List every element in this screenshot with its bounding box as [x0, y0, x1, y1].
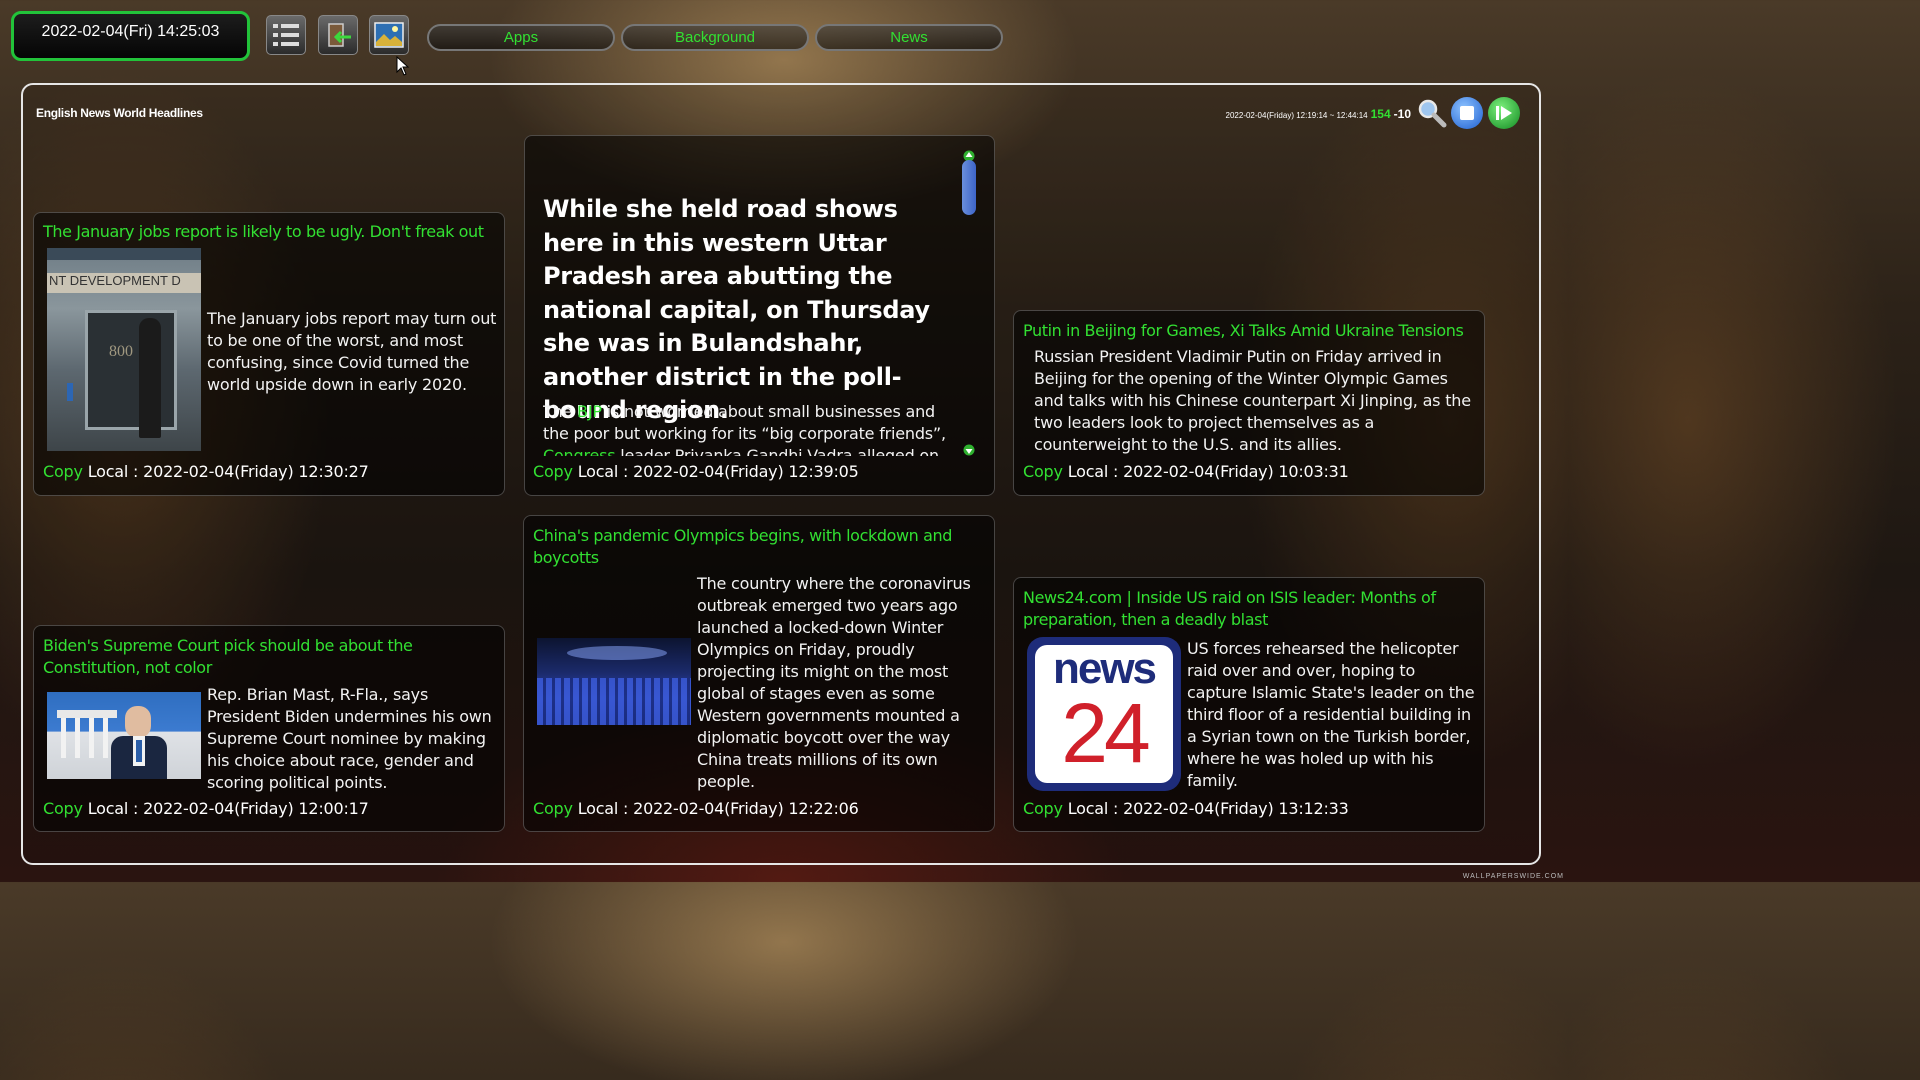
headline-isis-raid[interactable]: News24.com | Inside US raid on ISIS lead… [1023, 587, 1473, 631]
headline-count: 154 [1370, 107, 1391, 121]
copy-button[interactable]: Copy [1023, 799, 1063, 818]
copy-button[interactable]: Copy [533, 799, 573, 818]
para-text: is not worried about small businesses an… [543, 402, 946, 443]
copy-button[interactable]: Copy [1023, 462, 1063, 481]
status-range: 2022-02-04(Friday) 12:19:14 ~ 12:44:14 [1225, 111, 1368, 120]
summary-biden: Rep. Brian Mast, R-Fla., says President … [207, 685, 492, 792]
list-button[interactable] [266, 15, 306, 55]
footer-priyanka: Copy Local : 2022-02-04(Friday) 12:39:05 [533, 462, 859, 481]
footer-olympics: Copy Local : 2022-02-04(Friday) 12:22:06 [533, 799, 859, 818]
local-time: Local : 2022-02-04(Friday) 12:30:27 [87, 462, 369, 481]
featured-paragraph: The BJP is not worried about small busin… [543, 401, 963, 456]
scrollbar[interactable] [962, 150, 976, 458]
news24-logo[interactable]: news 24 [1027, 637, 1181, 791]
local-time: Local : 2022-02-04(Friday) 13:12:33 [1067, 799, 1349, 818]
play-button[interactable] [1488, 97, 1520, 129]
search-icon [1418, 99, 1447, 128]
copy-button[interactable]: Copy [43, 462, 83, 481]
headline-biden[interactable]: Biden's Supreme Court pick should be abo… [43, 635, 483, 679]
tab-news[interactable]: News [815, 24, 1003, 51]
thumbnail-jobs-report[interactable]: NT DEVELOPMENT D 800 [47, 248, 201, 451]
summary-jobs-report: The January jobs report may turn out to … [207, 309, 497, 394]
para-text: leader Priyanka Gandhi Vadra alleged on [615, 446, 939, 456]
thumbnail-olympics[interactable] [537, 638, 691, 725]
picture-icon [374, 22, 404, 48]
summary-isis-raid: US forces rehearsed the helicopter raid … [1187, 639, 1475, 790]
thumbnail-biden[interactable] [47, 692, 201, 779]
congress-link[interactable]: Congress [543, 446, 616, 456]
footer-jobs-report: Copy Local : 2022-02-04(Friday) 12:30:27 [43, 462, 369, 481]
stop-button[interactable] [1451, 97, 1483, 129]
search-button[interactable] [1415, 97, 1447, 129]
featured-text: While she held road shows here in this w… [543, 195, 930, 424]
thumb-number: 800 [109, 343, 133, 360]
footer-biden: Copy Local : 2022-02-04(Friday) 12:00:17 [43, 799, 369, 818]
footer-isis-raid: Copy Local : 2022-02-04(Friday) 13:12:33 [1023, 799, 1349, 818]
local-time: Local : 2022-02-04(Friday) 10:03:31 [1067, 462, 1349, 481]
local-time: Local : 2022-02-04(Friday) 12:39:05 [577, 462, 859, 481]
summary-putin: Russian President Vladimir Putin on Frid… [1034, 347, 1471, 454]
summary-olympics: The country where the coronavirus outbre… [697, 574, 971, 791]
local-time: Local : 2022-02-04(Friday) 12:00:17 [87, 799, 369, 818]
headline-olympics[interactable]: China's pandemic Olympics begins, with l… [533, 525, 988, 569]
wallpaper-watermark: WALLPAPERSWIDE.COM [1462, 873, 1564, 880]
stop-icon [1460, 106, 1474, 120]
status-line: 2022-02-04(Friday) 12:19:14 ~ 12:44:14 1… [1226, 107, 1411, 121]
panel-title: English News World Headlines [36, 106, 203, 120]
list-icon [273, 24, 299, 46]
thumb-sign: NT DEVELOPMENT D [47, 273, 201, 293]
copy-button[interactable]: Copy [533, 462, 573, 481]
para-text: The [543, 402, 578, 421]
scroll-thumb[interactable] [962, 160, 976, 215]
headline-putin[interactable]: Putin in Beijing for Games, Xi Talks Ami… [1023, 320, 1478, 342]
scroll-down-icon[interactable] [962, 444, 976, 456]
headline-jobs-report[interactable]: The January jobs report is likely to be … [43, 221, 498, 243]
back-icon [328, 23, 351, 47]
tab-background[interactable]: Background [621, 24, 809, 51]
tab-apps[interactable]: Apps [427, 24, 615, 51]
clock-display: 2022-02-04(Fri) 14:25:03 [11, 11, 250, 61]
back-button[interactable] [318, 15, 358, 55]
bjp-link[interactable]: BJP [577, 402, 602, 421]
mouse-cursor-icon [396, 56, 410, 76]
background-picture-button[interactable] [369, 15, 409, 55]
copy-button[interactable]: Copy [43, 799, 83, 818]
play-icon [1496, 106, 1512, 120]
logo-number: 24 [1061, 686, 1150, 780]
footer-putin: Copy Local : 2022-02-04(Friday) 10:03:31 [1023, 462, 1349, 481]
local-time: Local : 2022-02-04(Friday) 12:22:06 [577, 799, 859, 818]
time-offset: -10 [1393, 107, 1411, 121]
